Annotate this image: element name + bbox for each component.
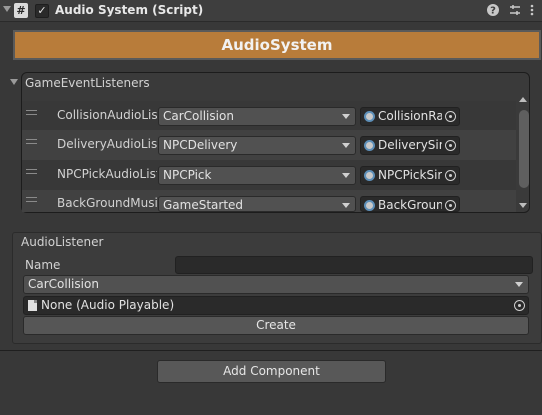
scrollbar-thumb[interactable]	[519, 110, 529, 188]
object-picker-icon[interactable]	[445, 200, 456, 211]
chevron-down-icon	[342, 114, 350, 119]
object-picker-icon[interactable]	[445, 140, 456, 151]
divider	[0, 350, 542, 351]
target-object-field[interactable]: NPCPickSir	[360, 166, 460, 185]
drag-handle-icon[interactable]	[26, 139, 37, 144]
component-title: Audio System (Script)	[55, 3, 204, 17]
more-menu-icon[interactable]	[524, 3, 540, 19]
audio-system-banner: AudioSystem	[13, 30, 541, 60]
drag-handle-icon[interactable]	[26, 169, 37, 174]
chevron-down-icon	[515, 282, 523, 287]
list-item: BackGroundMusicListener GameStarted Back…	[22, 190, 516, 212]
object-picker-icon[interactable]	[445, 111, 456, 122]
event-dropdown[interactable]: CarCollision	[158, 107, 356, 126]
list-item: DeliveryAudioListener NPCDelivery Delive…	[22, 130, 516, 160]
chevron-down-icon	[342, 173, 350, 178]
name-input[interactable]	[175, 256, 533, 274]
object-picker-icon[interactable]	[445, 170, 456, 181]
target-object-field[interactable]: BackGroun	[360, 196, 460, 212]
svg-text:?: ?	[490, 6, 496, 17]
document-icon	[28, 300, 37, 311]
enabled-checkbox[interactable]: ✓	[35, 4, 49, 18]
listener-label: DeliveryAudioListener	[57, 137, 157, 151]
drag-handle-icon[interactable]	[26, 197, 37, 202]
name-label: Name	[25, 258, 61, 272]
scroll-down-arrow-icon[interactable]	[519, 203, 527, 208]
listener-label: NPCPickAudioListener	[57, 167, 157, 181]
list-title: GameEventListeners	[25, 76, 150, 90]
chevron-down-icon	[342, 203, 350, 208]
listener-label: BackGroundMusicListener	[57, 196, 157, 210]
help-icon[interactable]: ?	[485, 3, 501, 19]
presets-icon[interactable]	[507, 3, 523, 19]
audio-source-icon	[364, 140, 375, 151]
event-dropdown[interactable]: GameStarted	[158, 196, 356, 212]
foldout-arrow-icon[interactable]	[3, 6, 11, 12]
scroll-up-arrow-icon[interactable]	[519, 97, 527, 102]
listener-label: CollisionAudioListener	[57, 108, 157, 122]
target-object-field[interactable]: CollisionRa	[360, 107, 460, 126]
audio-source-icon	[364, 200, 375, 211]
audio-source-icon	[364, 170, 375, 181]
chevron-down-icon	[342, 143, 350, 148]
script-hash-icon: #	[14, 3, 28, 18]
event-select-dropdown[interactable]: CarCollision	[23, 275, 529, 294]
audio-playable-field[interactable]: None (Audio Playable)	[23, 296, 529, 315]
list-item: CollisionAudioListener CarCollision Coll…	[22, 101, 516, 131]
event-dropdown[interactable]: NPCPick	[158, 166, 356, 185]
audio-listener-title: AudioListener	[21, 235, 104, 249]
object-picker-icon[interactable]	[514, 300, 525, 311]
create-button[interactable]: Create	[23, 316, 529, 335]
target-object-field[interactable]: DeliverySin	[360, 136, 460, 155]
add-component-button[interactable]: Add Component	[157, 360, 386, 383]
event-dropdown[interactable]: NPCDelivery	[158, 136, 356, 155]
drag-handle-icon[interactable]	[26, 110, 37, 115]
list-foldout-arrow-icon[interactable]	[10, 79, 18, 85]
audio-source-icon	[364, 111, 375, 122]
list-item: NPCPickAudioListener NPCPick NPCPickSir	[22, 160, 516, 190]
